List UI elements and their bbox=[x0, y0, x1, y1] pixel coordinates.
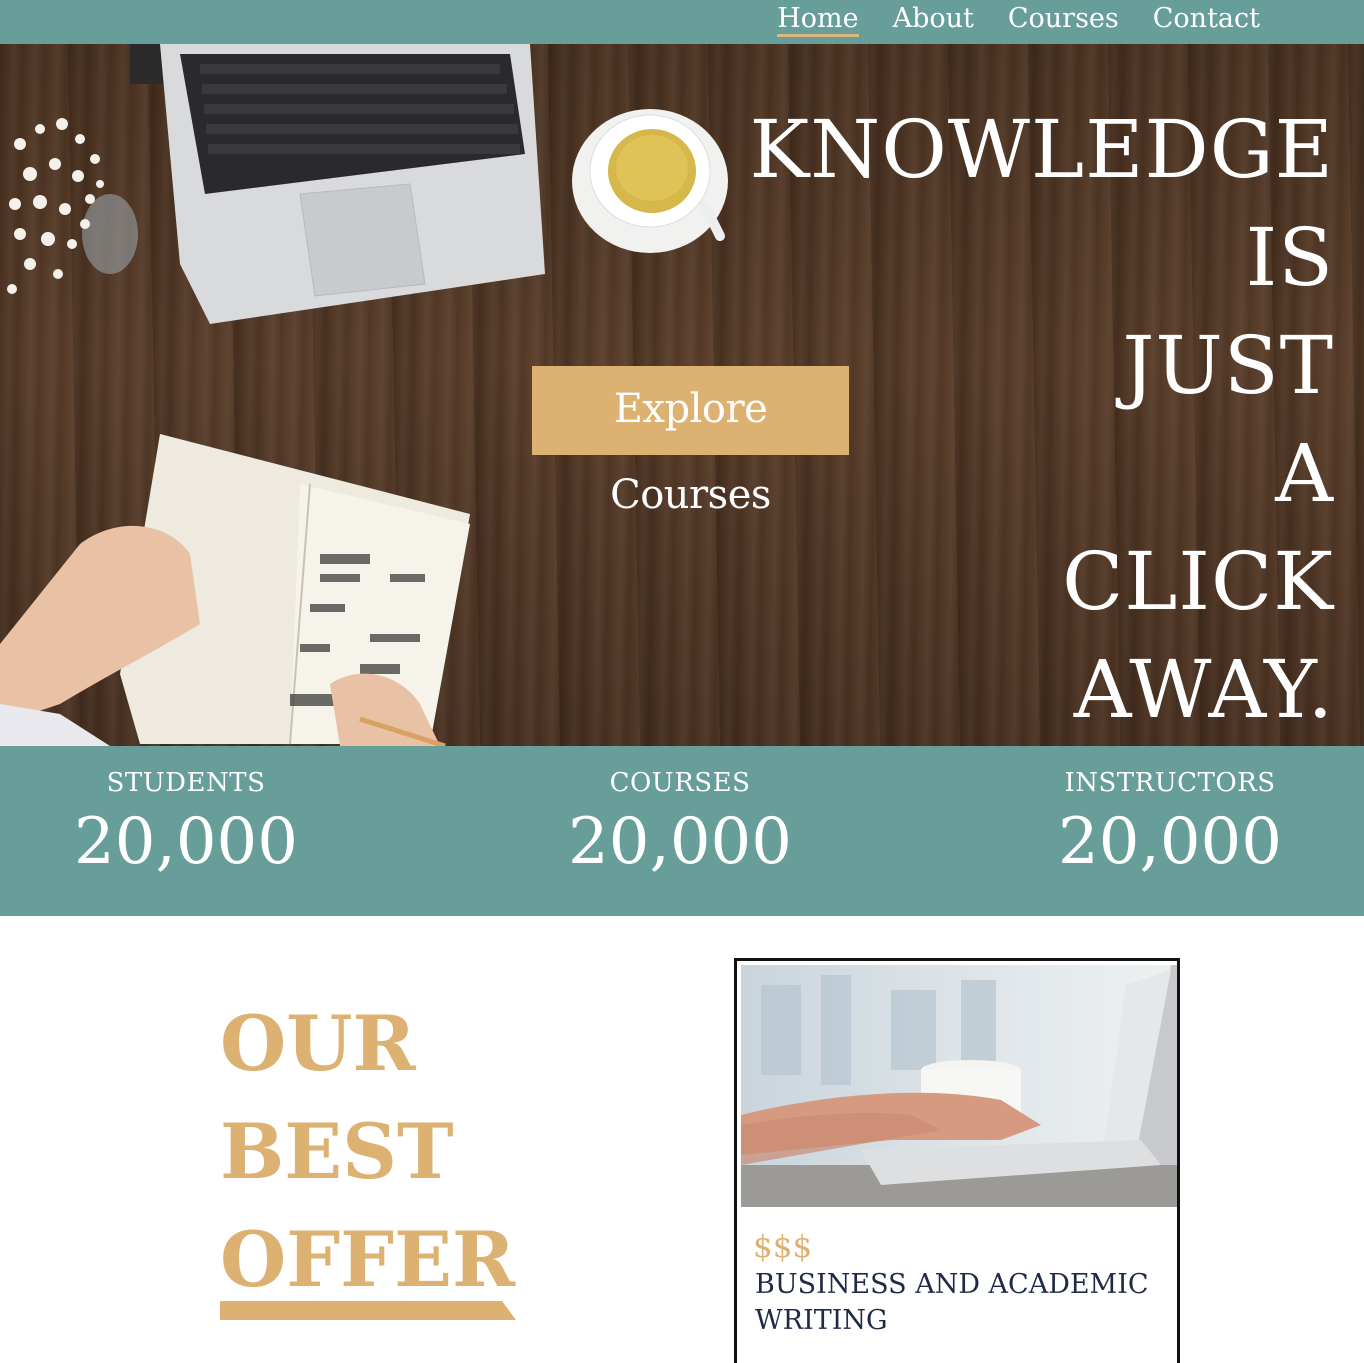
tea-cup-image bbox=[572, 109, 728, 253]
course-card-image bbox=[741, 965, 1177, 1207]
stat-instructors: INSTRUCTORS 20,000 bbox=[1020, 764, 1320, 882]
course-card[interactable]: $$$ BUSINESS AND ACADEMIC WRITING bbox=[734, 958, 1180, 1363]
course-title[interactable]: BUSINESS AND ACADEMIC WRITING bbox=[755, 1267, 1155, 1339]
stat-value: 20,000 bbox=[568, 805, 792, 879]
offer-heading-line: OUR bbox=[220, 999, 416, 1088]
nav-links: Home About Courses Contact bbox=[777, 0, 1260, 44]
offer-heading: OUR BEST OFFER bbox=[220, 990, 515, 1314]
offer-heading-line: BEST bbox=[220, 1107, 454, 1196]
explore-courses-button[interactable]: Explore Courses bbox=[532, 366, 849, 518]
laptop-image bbox=[130, 44, 545, 324]
hero-title-line: KNOWLEDGE bbox=[749, 103, 1334, 196]
hero-title-line: CLICK bbox=[1062, 535, 1334, 628]
hero-banner: KNOWLEDGE IS JUST A CLICK AWAY. Explore … bbox=[0, 44, 1364, 746]
offer-underline bbox=[220, 1301, 516, 1320]
stats-bar: STUDENTS 20,000 COURSES 20,000 INSTRUCTO… bbox=[0, 746, 1364, 916]
stat-label: INSTRUCTORS bbox=[1064, 768, 1276, 798]
nav-link-home[interactable]: Home bbox=[777, 0, 859, 44]
hero-title-line: IS bbox=[1245, 211, 1334, 304]
stat-value: 20,000 bbox=[74, 805, 298, 879]
stat-courses: COURSES 20,000 bbox=[530, 764, 830, 882]
nav-link-about[interactable]: About bbox=[893, 0, 974, 44]
stat-label: STUDENTS bbox=[106, 768, 266, 798]
notebook-image bbox=[0, 434, 470, 746]
nav-link-courses[interactable]: Courses bbox=[1008, 0, 1119, 44]
top-navigation: Home About Courses Contact bbox=[0, 0, 1364, 44]
stat-students: STUDENTS 20,000 bbox=[36, 764, 336, 882]
offer-heading-line: OFFER bbox=[220, 1215, 516, 1304]
nav-link-contact[interactable]: Contact bbox=[1153, 0, 1260, 44]
stat-value: 20,000 bbox=[1058, 805, 1282, 879]
stat-label: COURSES bbox=[609, 768, 751, 798]
course-price: $$$ bbox=[753, 1229, 813, 1265]
hero-title-line: AWAY. bbox=[1073, 643, 1334, 736]
